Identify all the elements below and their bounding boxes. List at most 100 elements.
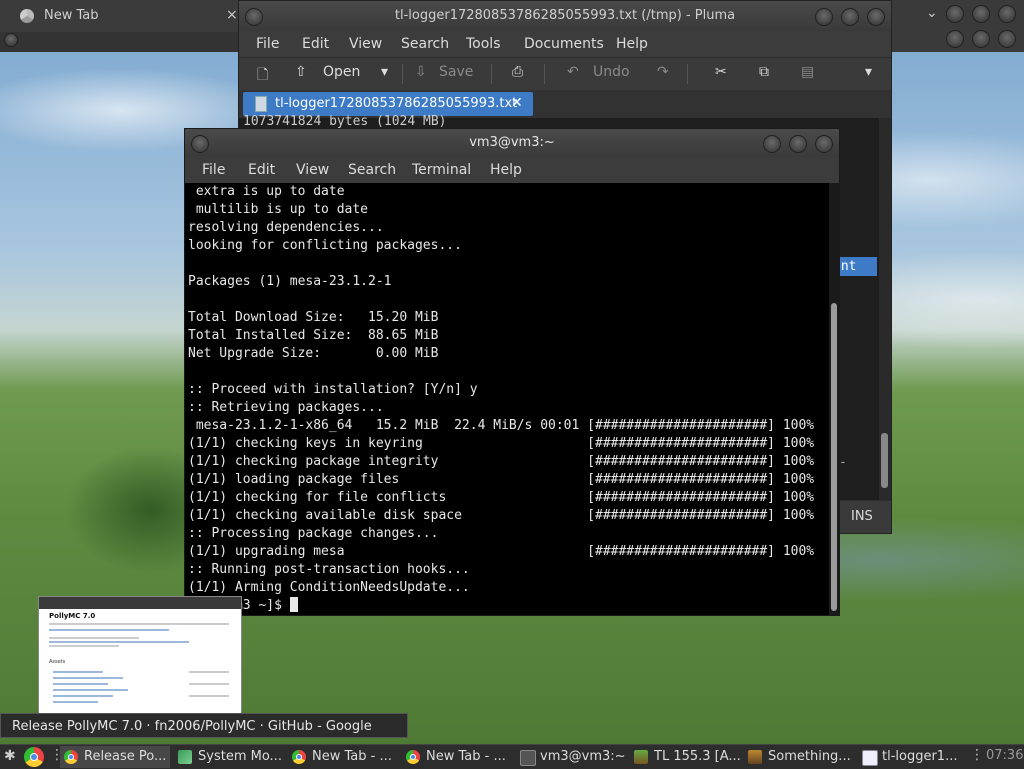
terminal-window-menu-icon[interactable] <box>191 135 209 153</box>
undo-icon[interactable]: ↶ <box>567 64 579 80</box>
paste-icon[interactable]: ▤ <box>801 64 814 80</box>
minimize-button[interactable] <box>815 8 833 26</box>
menu-search[interactable]: Search <box>401 31 449 57</box>
print-icon[interactable]: ⎙ <box>512 64 523 80</box>
menu-view[interactable]: View <box>349 31 382 57</box>
task-label: System Mo... <box>198 749 282 764</box>
thumbnail-line <box>49 629 169 631</box>
pluma-scrollbar[interactable] <box>879 118 891 500</box>
menu-file[interactable]: File <box>202 157 225 183</box>
thumbnail-line <box>189 671 229 673</box>
open-button[interactable]: Open <box>323 64 360 80</box>
insert-mode-indicator[interactable]: INS <box>851 509 873 524</box>
task-terminal[interactable]: vm3@vm3:~ <box>516 746 626 768</box>
save-icon[interactable]: ⇩ <box>415 64 427 80</box>
menu-search[interactable]: Search <box>348 157 396 183</box>
terminal-line: Packages (1) mesa-23.1.2-1 <box>188 274 392 289</box>
terminal-scrollbar-thumb[interactable] <box>831 303 837 611</box>
pluma-titlebar[interactable]: tl-logger17280853786285055993.txt (/tmp)… <box>239 1 891 31</box>
text-file-icon <box>255 96 267 112</box>
thumbnail-asset-link <box>53 701 98 703</box>
save-button[interactable]: Save <box>439 64 473 80</box>
pluma-window-menu-icon[interactable] <box>245 8 263 26</box>
chevron-down-icon[interactable]: ⌄ <box>926 5 938 21</box>
menu-help[interactable]: Help <box>490 157 522 183</box>
task-tl-155[interactable]: TL 155.3 [A... <box>630 746 741 768</box>
task-system-monitor[interactable]: System Mo... <box>174 746 284 768</box>
minimize-button[interactable] <box>946 5 964 23</box>
thumbnail-page-title: PollyMC 7.0 <box>49 612 96 620</box>
window-preview-thumbnail[interactable]: PollyMC 7.0 Assets <box>38 596 242 714</box>
chrome-icon <box>406 750 420 764</box>
terminal-line: Total Download Size: 15.20 MiB <box>188 310 439 325</box>
new-document-icon[interactable]: 🗋 <box>257 64 268 88</box>
chrome-icon <box>64 750 78 764</box>
cut-icon[interactable]: ✂ <box>715 64 727 80</box>
tab-close-icon[interactable]: ✕ <box>511 95 523 111</box>
task-new-tab-1[interactable]: New Tab - ... <box>288 746 398 768</box>
close-button[interactable] <box>998 5 1016 23</box>
task-tl-logger[interactable]: tl-logger1... <box>858 746 968 768</box>
chrome-window-button-icon[interactable] <box>4 33 18 47</box>
terminal-line: (1/1) loading package files [###########… <box>188 472 815 487</box>
thumbnail-line <box>49 637 139 639</box>
terminal-titlebar[interactable]: vm3@vm3:~ <box>185 129 839 157</box>
task-new-tab-2[interactable]: New Tab - ... <box>402 746 512 768</box>
menu-terminal[interactable]: Terminal <box>412 157 471 183</box>
chrome-launcher-icon[interactable] <box>24 747 44 767</box>
chrome-tab-close-icon[interactable]: × <box>226 7 238 23</box>
chrome-toolbar-strip <box>0 32 245 52</box>
terminal-line: mesa-23.1.2-1-x86_64 15.2 MiB 22.4 MiB/s… <box>188 418 815 433</box>
maximize-button[interactable] <box>972 5 990 23</box>
tray-separator-icon[interactable]: ⋮ <box>970 747 984 763</box>
task-something[interactable]: Something... <box>744 746 854 768</box>
close-button[interactable] <box>998 30 1016 48</box>
menu-tools[interactable]: Tools <box>466 31 501 57</box>
minimize-button[interactable] <box>763 135 781 153</box>
terminal-line: multilib is up to date <box>188 202 369 217</box>
app-menu-icon[interactable]: ✱ <box>4 748 16 764</box>
terminal-scrollbar[interactable] <box>829 183 839 615</box>
thumbnail-assets-label: Assets <box>49 659 66 665</box>
terminal-line: (1/1) upgrading mesa [##################… <box>188 544 815 559</box>
terminal-menubar: File Edit View Search Terminal Help <box>185 157 839 183</box>
terminal-line: :: Proceed with installation? [Y/n] y <box>188 382 478 397</box>
terminal-line: (1/1) checking keys in keyring [########… <box>188 436 815 451</box>
task-label: Something... <box>768 749 851 764</box>
redo-icon[interactable]: ↷ <box>657 64 669 80</box>
close-button[interactable] <box>815 135 833 153</box>
menu-edit[interactable]: Edit <box>302 31 329 57</box>
menu-view[interactable]: View <box>296 157 329 183</box>
undo-button[interactable]: Undo <box>593 64 630 80</box>
pluma-document-tab[interactable]: tl-logger17280853786285055993.txt ✕ <box>243 92 533 116</box>
maximize-button[interactable] <box>789 135 807 153</box>
menu-help[interactable]: Help <box>616 31 648 57</box>
menu-documents[interactable]: Documents <box>524 31 604 57</box>
maximize-button[interactable] <box>841 8 859 26</box>
pluma-scrollbar-thumb[interactable] <box>881 433 888 488</box>
terminal-screen[interactable]: extra is up to date multilib is up to da… <box>185 183 829 615</box>
chrome-tab-new-tab[interactable]: New Tab × <box>0 0 240 32</box>
pluma-toolbar: 🗋 ⇧ Open ▾ ⇩ Save ⎙ ↶ Undo ↷ ✂ ⧉ ▤ ▾ <box>239 57 891 90</box>
close-button[interactable] <box>867 8 885 26</box>
taskbar: ✱ ⋮ Release Po... System Mo... New Tab -… <box>0 744 1024 769</box>
menu-file[interactable]: File <box>256 31 279 57</box>
toolbar-separator <box>544 64 545 84</box>
copy-icon[interactable]: ⧉ <box>759 64 769 80</box>
open-recent-chevron-icon[interactable]: ▾ <box>381 64 388 80</box>
toolbar-separator <box>687 64 688 84</box>
open-icon[interactable]: ⇧ <box>295 64 307 80</box>
task-label: New Tab - ... <box>426 749 506 764</box>
toolbar-overflow-icon[interactable]: ▾ <box>865 64 872 80</box>
clock[interactable]: 07:36 <box>986 748 1023 763</box>
minimize-button[interactable] <box>946 30 964 48</box>
menu-edit[interactable]: Edit <box>248 157 275 183</box>
pluma-window-title: tl-logger17280853786285055993.txt (/tmp)… <box>394 8 736 23</box>
terminal-line: extra is up to date <box>188 184 345 199</box>
thumbnail-asset-link <box>53 671 103 673</box>
maximize-button[interactable] <box>972 30 990 48</box>
task-label: New Tab - ... <box>312 749 392 764</box>
terminal-line: resolving dependencies... <box>188 220 384 235</box>
terminal-line: Net Upgrade Size: 0.00 MiB <box>188 346 439 361</box>
task-release-pollymc[interactable]: Release Po... <box>60 746 170 768</box>
